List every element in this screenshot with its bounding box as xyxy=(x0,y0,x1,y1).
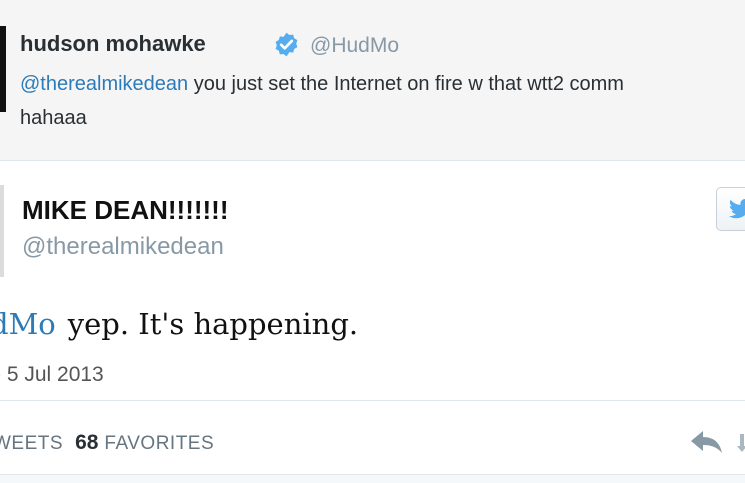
context-text-body: you just set the Internet on fire w that… xyxy=(188,73,624,95)
twitter-bird-icon xyxy=(729,199,745,219)
follow-button[interactable] xyxy=(716,187,745,231)
tweet-text-body: yep. It's happening. xyxy=(67,307,359,341)
context-display-name[interactable]: hudson mohawke xyxy=(20,28,206,60)
verified-badge-icon xyxy=(275,32,298,57)
context-mention-link[interactable]: @therealmikedean xyxy=(20,73,188,95)
favorites-count[interactable]: 68 xyxy=(75,431,98,454)
tweet-page: hudson mohawke @HudMo @therealmikedean y… xyxy=(0,0,745,483)
divider xyxy=(0,400,745,401)
tweet-text: dMo yep. It's happening. xyxy=(0,302,358,346)
retweet-icon[interactable] xyxy=(737,428,745,456)
context-tweet-text: @therealmikedean you just set the Intern… xyxy=(20,68,745,101)
tweet-stats: WEETS 68 FAVORITES xyxy=(0,430,214,457)
tweet-mention-link[interactable]: dMo xyxy=(0,307,56,341)
reply-icon[interactable] xyxy=(689,428,725,456)
retweets-label[interactable]: WEETS xyxy=(0,433,63,454)
footer-strip xyxy=(0,474,745,483)
context-text-line2: hahaaa xyxy=(20,107,87,129)
tweet-date[interactable]: - 5 Jul 2013 xyxy=(0,361,104,389)
context-avatar[interactable] xyxy=(0,26,6,112)
context-tweet[interactable]: hudson mohawke @HudMo @therealmikedean y… xyxy=(0,0,745,161)
main-avatar[interactable] xyxy=(0,185,4,277)
main-display-name[interactable]: MIKE DEAN!!!!!!! xyxy=(22,192,229,228)
main-handle[interactable]: @therealmikedean xyxy=(22,230,224,264)
favorites-label[interactable]: FAVORITES xyxy=(104,433,214,454)
context-handle[interactable]: @HudMo xyxy=(310,31,399,61)
